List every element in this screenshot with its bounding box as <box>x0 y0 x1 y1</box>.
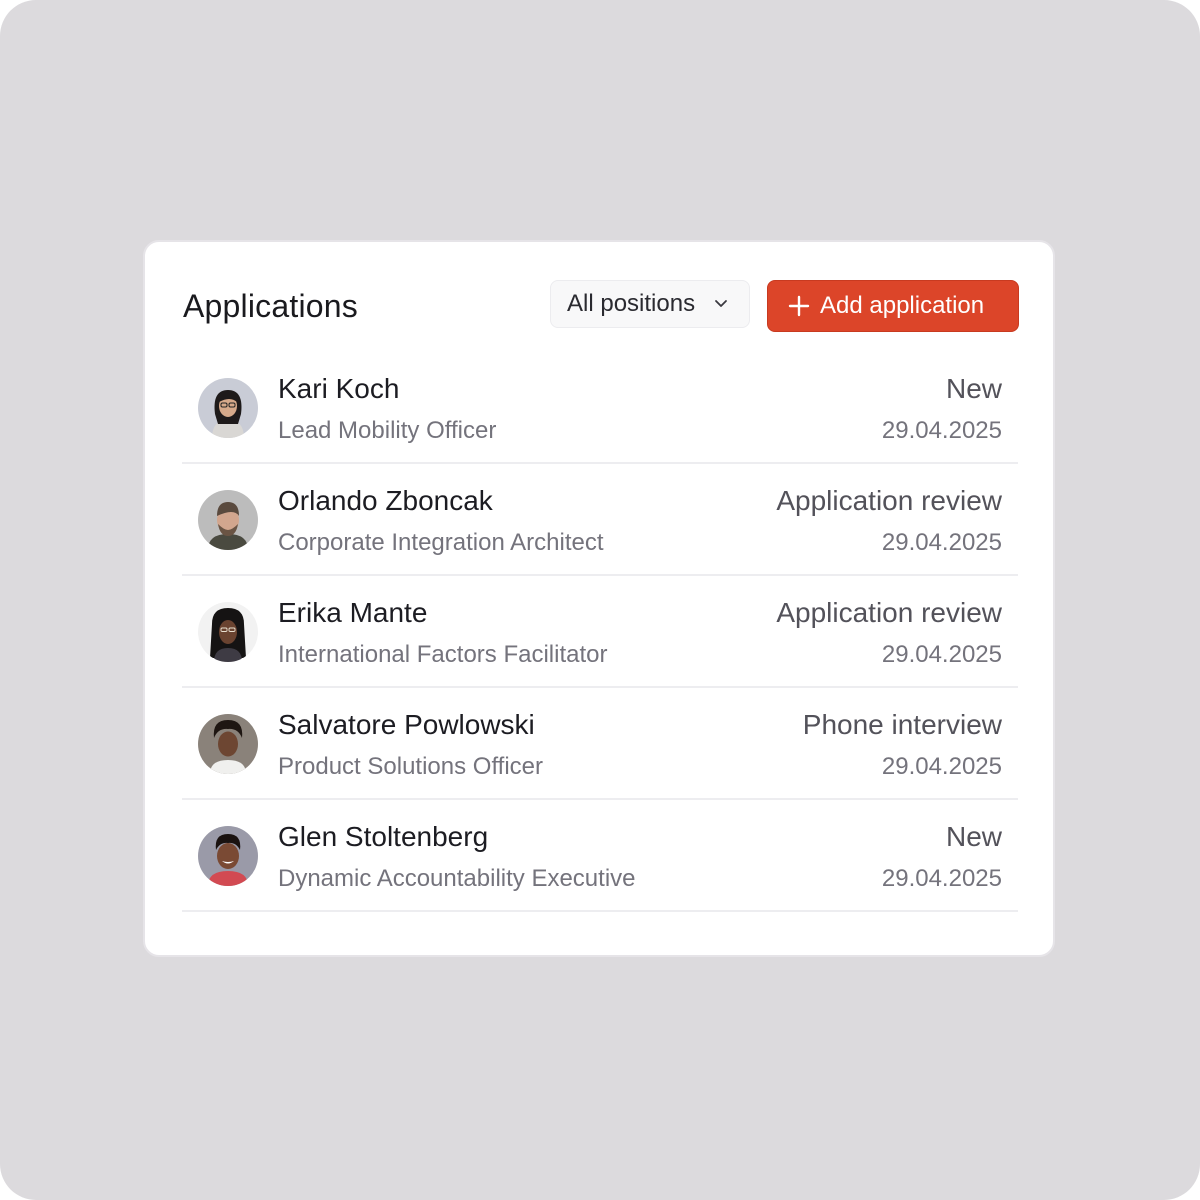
applications-list: Kari Koch Lead Mobility Officer New 29.0… <box>182 352 1018 912</box>
applicant-role: Product Solutions Officer <box>278 753 544 780</box>
application-status: New <box>945 373 1002 404</box>
applicant-name: Erika Mante <box>278 597 428 628</box>
application-date: 29.04.2025 <box>881 417 1002 444</box>
application-status: Phone interview <box>802 709 1002 740</box>
application-row[interactable]: Orlando Zboncak Corporate Integration Ar… <box>182 464 1018 576</box>
application-status: New <box>945 821 1002 852</box>
application-row[interactable]: Glen Stoltenberg Dynamic Accountability … <box>182 800 1018 912</box>
applicant-role: International Factors Facilitator <box>278 641 608 668</box>
add-application-label: Add application <box>820 292 985 319</box>
avatar <box>198 490 258 550</box>
applicant-name: Salvatore Powlowski <box>278 709 535 740</box>
application-row[interactable]: Salvatore Powlowski Product Solutions Of… <box>182 688 1018 800</box>
applicant-role: Lead Mobility Officer <box>278 417 497 444</box>
avatar <box>198 714 258 774</box>
application-row[interactable]: Erika Mante International Factors Facili… <box>182 576 1018 688</box>
application-date: 29.04.2025 <box>881 753 1002 780</box>
application-date: 29.04.2025 <box>881 529 1002 556</box>
applicant-name: Orlando Zboncak <box>278 485 493 516</box>
positions-filter-value: All positions <box>567 290 696 317</box>
avatar <box>198 378 258 438</box>
applicant-name: Glen Stoltenberg <box>278 821 489 852</box>
add-application-button[interactable]: Add application <box>767 280 1019 332</box>
application-date: 29.04.2025 <box>881 641 1002 668</box>
application-date: 29.04.2025 <box>881 865 1002 892</box>
application-status: Application review <box>776 485 1002 516</box>
avatar <box>198 826 258 886</box>
chevron-down-icon <box>715 300 727 307</box>
application-row[interactable]: Kari Koch Lead Mobility Officer New 29.0… <box>182 352 1018 464</box>
applications-card: Applications All positions Add applicati… <box>143 240 1055 957</box>
applicant-role: Corporate Integration Architect <box>278 529 604 556</box>
application-status: Application review <box>776 597 1002 628</box>
plus-icon <box>788 295 810 317</box>
positions-filter-dropdown[interactable]: All positions <box>550 280 750 328</box>
avatar <box>198 602 258 662</box>
page-title: Applications <box>183 288 358 324</box>
applicant-role: Dynamic Accountability Executive <box>278 865 636 892</box>
applicant-name: Kari Koch <box>278 373 400 404</box>
